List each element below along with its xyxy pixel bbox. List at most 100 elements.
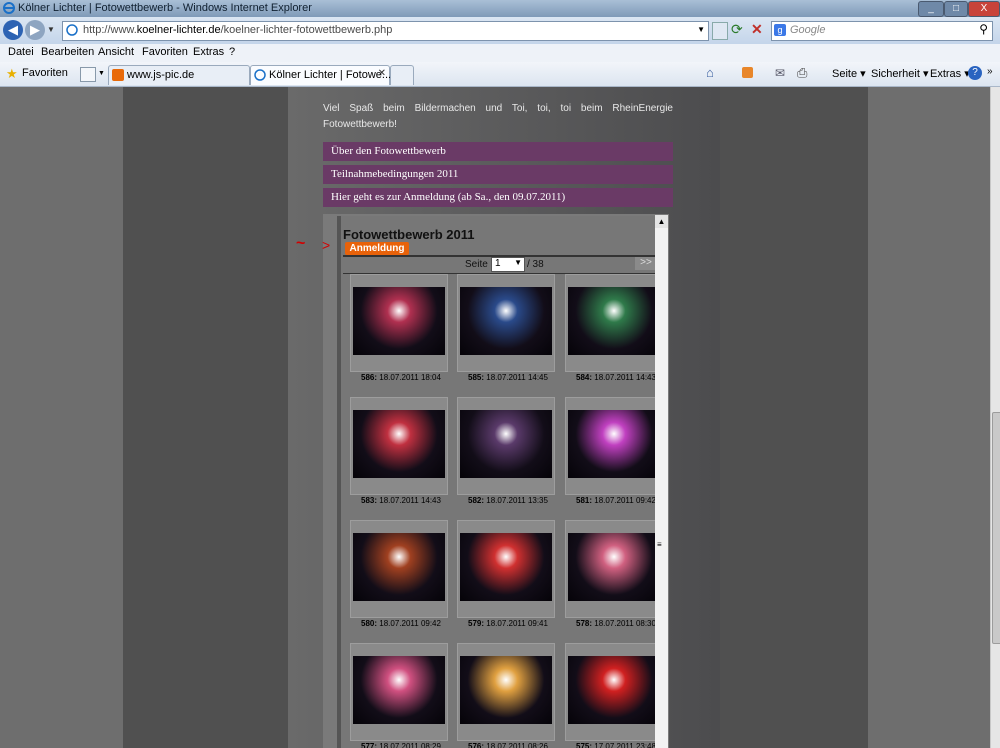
photo-image (460, 533, 552, 601)
menu-bearbeiten[interactable]: Bearbeiten (41, 46, 94, 58)
search-icon[interactable]: ⚲ (979, 22, 988, 36)
history-dropdown-icon[interactable]: ▼ (47, 25, 55, 34)
menu-label: Teilnahmebedingungen 2011 (331, 168, 459, 180)
help-icon[interactable]: ? (968, 66, 982, 80)
photo-image (353, 656, 445, 724)
photo-image (353, 287, 445, 355)
seite-menu[interactable]: Seite ▾ (832, 67, 866, 80)
url-input[interactable]: http://www.koelner-lichter.de/koelner-li… (62, 21, 709, 41)
photo-thumbnail[interactable] (350, 643, 448, 741)
tab-js-pic[interactable]: www.js-pic.de (108, 65, 250, 85)
menu-anmeldung[interactable]: Hier geht es zur Anmeldung (ab Sa., den … (323, 188, 673, 207)
photo-caption: 582: 18.07.2011 13:35 (453, 496, 563, 505)
menu-favoriten[interactable]: Favoriten (142, 46, 188, 58)
photo-caption: 583: 18.07.2011 14:43 (346, 496, 456, 505)
forward-button[interactable]: ▶ (25, 20, 45, 40)
quick-tabs-icon[interactable] (80, 67, 96, 82)
window-title: Kölner Lichter | Fotowettbewerb - Window… (18, 2, 312, 14)
right-column (720, 87, 868, 748)
blogger-icon (112, 69, 124, 81)
page-select[interactable]: 1 ▼ (491, 257, 525, 272)
tab-label: Kölner Lichter | Fotowe... (269, 69, 392, 81)
gallery-scrollbar[interactable]: ▲ ≡ (655, 215, 668, 748)
address-bar: ◀ ▶ ▼ http://www.koelner-lichter.de/koel… (0, 17, 1000, 44)
scroll-thumb[interactable] (992, 412, 1000, 644)
star-icon: ★ (6, 66, 18, 81)
sicherheit-menu[interactable]: Sicherheit ▾ (871, 67, 929, 80)
menu-help[interactable]: ? (229, 46, 235, 58)
photo-thumbnail[interactable] (565, 520, 663, 618)
photo-number: 580: (361, 619, 378, 628)
photo-caption: 580: 18.07.2011 09:42 (346, 619, 456, 628)
ie-page-icon (254, 69, 266, 81)
photo-thumbnail[interactable] (457, 397, 555, 495)
photo-thumbnail[interactable] (565, 397, 663, 495)
photo-image (460, 656, 552, 724)
photo-number: 586: (361, 373, 378, 382)
photo-number: 582: (468, 496, 485, 505)
maximize-button[interactable]: □ (944, 1, 968, 17)
photo-date: 18.07.2011 09:41 (484, 619, 548, 628)
photo-number: 575: (576, 742, 593, 748)
tab-label: www.js-pic.de (127, 69, 195, 81)
close-tab-icon[interactable]: ✕ (378, 68, 386, 79)
minimize-button[interactable]: _ (918, 1, 944, 17)
home-icon[interactable]: ⌂ (706, 65, 714, 80)
photo-thumbnail[interactable] (565, 274, 663, 372)
gallery-title: Fotowettbewerb 2011 (343, 227, 475, 242)
tab-koelner-lichter[interactable]: Kölner Lichter | Fotowe... ✕ (250, 65, 392, 85)
photo-thumbnail[interactable] (350, 397, 448, 495)
photo-image (460, 287, 552, 355)
photo-caption: 586: 18.07.2011 18:04 (346, 373, 456, 382)
scroll-grip-icon: ≡ (657, 540, 662, 549)
photo-number: 584: (576, 373, 593, 382)
photo-number: 578: (576, 619, 593, 628)
chevron-right-icon[interactable]: » (987, 66, 993, 77)
back-button[interactable]: ◀ (3, 20, 23, 40)
rss-icon[interactable] (742, 67, 753, 78)
search-input[interactable]: g Google ⚲ (771, 21, 993, 41)
next-page-button[interactable]: >> (635, 257, 657, 270)
photo-thumbnail[interactable] (457, 520, 555, 618)
photo-image (568, 410, 660, 478)
scroll-up-icon[interactable]: ▲ (655, 215, 668, 228)
photo-thumbnail[interactable] (350, 274, 448, 372)
refresh-icon[interactable]: ⟳ (731, 21, 743, 38)
intro-text: Viel Spaß beim Bildermachen und Toi, toi… (323, 103, 673, 130)
window-title-bar: Kölner Lichter | Fotowettbewerb - Window… (0, 0, 1000, 17)
favorites-button[interactable]: Favoriten (22, 67, 68, 79)
photo-thumbnail[interactable] (457, 643, 555, 741)
photo-date: 17.07.2011 23:48 (592, 742, 656, 748)
menu-ueber-fotowettbewerb[interactable]: Über den Fotowettbewerb (323, 142, 673, 161)
page-total: / 38 (527, 259, 544, 270)
menu-label: Hier geht es zur Anmeldung (ab Sa., den … (331, 191, 566, 203)
url-prefix: http://www. (83, 24, 137, 36)
print-icon[interactable]: ⎙ (797, 65, 807, 81)
photo-number: 577: (361, 742, 378, 748)
photo-caption: 579: 18.07.2011 09:41 (453, 619, 563, 628)
photo-thumbnail[interactable] (457, 274, 555, 372)
menu-extras[interactable]: Extras (193, 46, 224, 58)
new-tab-button[interactable] (390, 65, 414, 85)
photo-date: 18.07.2011 09:42 (377, 619, 441, 628)
close-window-button[interactable]: X (968, 1, 1000, 17)
compatibility-icon[interactable] (712, 22, 728, 40)
url-dropdown-icon[interactable]: ▼ (697, 25, 705, 34)
menu-datei[interactable]: Datei (8, 46, 34, 58)
menu-teilnahmebedingungen[interactable]: Teilnahmebedingungen 2011 (323, 165, 673, 184)
photo-number: 585: (468, 373, 485, 382)
menu-bar: Datei Bearbeiten Ansicht Favoriten Extra… (0, 44, 1000, 63)
photo-image (568, 533, 660, 601)
mail-icon[interactable]: ✉ (775, 66, 785, 80)
anmeldung-button[interactable]: Anmeldung (345, 242, 409, 255)
photo-thumbnail[interactable] (565, 643, 663, 741)
photo-thumbnail[interactable] (350, 520, 448, 618)
tab-list-dropdown-icon[interactable]: ▼ (98, 70, 105, 77)
menu-ansicht[interactable]: Ansicht (98, 46, 134, 58)
extras-menu[interactable]: Extras ▾ (930, 67, 970, 80)
photo-date: 18.07.2011 08:30 (592, 619, 656, 628)
page-scrollbar[interactable] (990, 87, 1000, 748)
annotation-tilde: ~ (296, 235, 306, 252)
photo-date: 18.07.2011 09:42 (592, 496, 656, 505)
stop-icon[interactable]: ✕ (751, 21, 763, 38)
